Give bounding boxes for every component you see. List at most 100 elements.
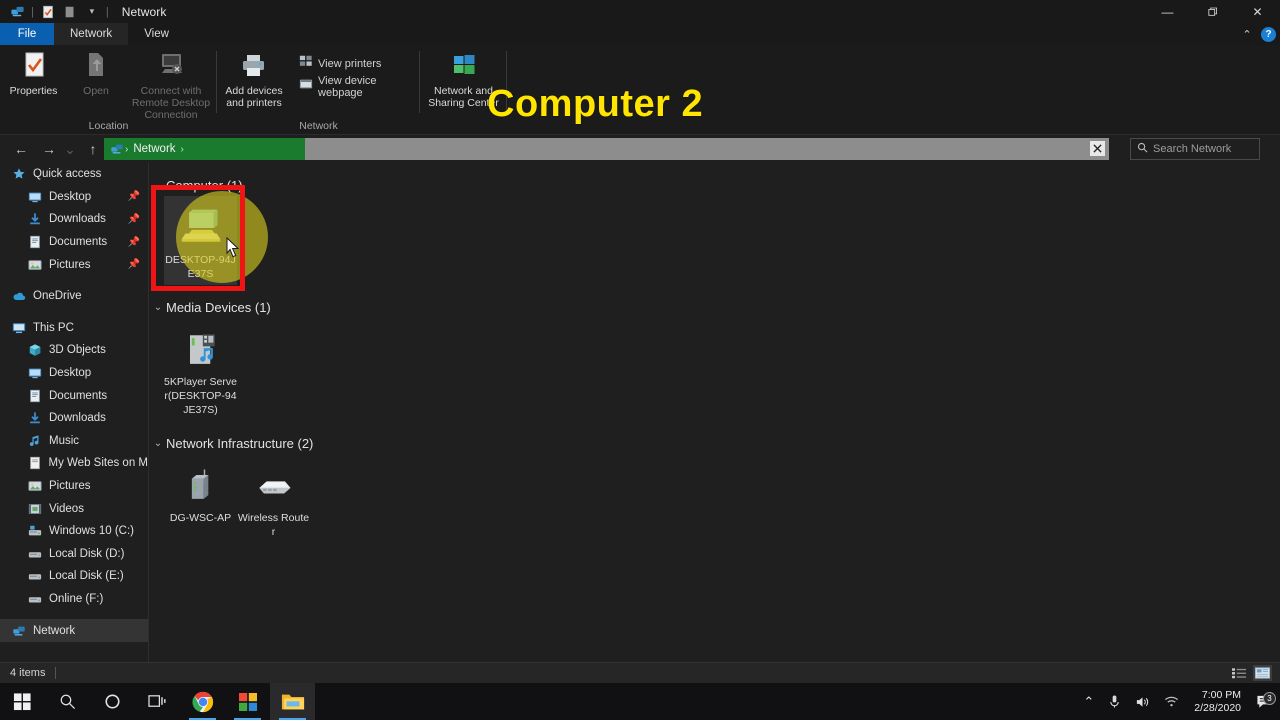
sidebar-item-online-f[interactable]: Online (F:) [0, 588, 148, 611]
pin-icon[interactable]: 📌 [128, 237, 140, 248]
list-item[interactable]: DG-WSC-AP [164, 454, 237, 543]
maximize-button[interactable] [1190, 0, 1235, 23]
open-button[interactable]: Open [67, 49, 125, 97]
sidebar-item-this-pc[interactable]: This PC [0, 317, 148, 340]
sidebar-item-desktop[interactable]: Desktop [0, 362, 148, 385]
connect-remote-desktop-button[interactable]: Connect with Remote Desktop Connection [125, 49, 217, 121]
sidebar-item-local-disk-d[interactable]: Local Disk (D:) [0, 543, 148, 566]
sidebar-item-label: OneDrive [33, 290, 82, 303]
ribbon-group-network-label: Network [299, 120, 338, 132]
properties-button[interactable]: Properties [0, 49, 67, 97]
list-item-label: DG-WSC-AP [169, 512, 232, 524]
tab-view[interactable]: View [128, 23, 185, 45]
pin-icon[interactable]: 📌 [128, 214, 140, 225]
close-button[interactable]: ✕ [1235, 0, 1280, 23]
open-label: Open [83, 85, 109, 97]
file-list-view[interactable]: ⌄ Computer (1) DESKTOP-94JE37S ⌄ Media Devic… [150, 163, 1280, 662]
list-item[interactable]: 5KPlayer Server(DESKTOP-94JE37S) [164, 318, 237, 421]
sidebar-item-pictures[interactable]: Pictures 📌 [0, 253, 148, 276]
start-button[interactable] [0, 683, 45, 720]
sidebar-item-label: Desktop [49, 367, 92, 380]
content-group-title: Network Infrastructure (2) [166, 435, 314, 451]
thispc-icon [10, 321, 28, 335]
content-group-header[interactable]: ⌄ Network Infrastructure (2) [150, 432, 1280, 454]
view-webpage-icon [299, 77, 313, 96]
back-button[interactable]: ← [8, 135, 34, 163]
tiles-view-icon[interactable] [1253, 665, 1272, 681]
microsoft-store-button[interactable] [225, 683, 270, 720]
sidebar-item-windows-10-c[interactable]: Windows 10 (C:) [0, 520, 148, 543]
folder-icon[interactable] [59, 1, 81, 22]
action-center-button[interactable]: 3 [1249, 691, 1280, 710]
search-input[interactable]: Search Network [1153, 143, 1231, 155]
tab-file[interactable]: File [0, 23, 54, 45]
network-icon [109, 141, 125, 157]
search-box[interactable]: Search Network [1130, 138, 1260, 160]
help-icon[interactable]: ? [1261, 26, 1276, 42]
view-device-webpage-button[interactable]: View device webpage [297, 75, 420, 99]
sidebar-item-3d-objects[interactable]: 3D Objects [0, 339, 148, 362]
address-bar[interactable]: › Network › [104, 138, 1109, 160]
sidebar-item-network[interactable]: Network [0, 619, 148, 642]
breadcrumb[interactable]: › Network › [104, 138, 305, 160]
breadcrumb-network[interactable]: Network [133, 143, 175, 155]
pin-icon[interactable]: 📌 [128, 191, 140, 202]
tray-overflow-icon[interactable]: ⌃ [1076, 694, 1101, 710]
clock[interactable]: 7:00 PM 2/28/2020 [1186, 689, 1249, 715]
dropdown-icon[interactable]: ▾ [81, 1, 103, 22]
ribbon-tabs: File Network View ⌃ ? [0, 23, 1280, 45]
properties-icon[interactable] [37, 1, 59, 22]
collapse-ribbon-icon[interactable]: ⌃ [1239, 28, 1255, 41]
sidebar-item-my-web-sites-on-m[interactable]: My Web Sites on M [0, 452, 148, 475]
view-printers-button[interactable]: View printers [297, 53, 420, 74]
3dobjects-icon [26, 343, 44, 357]
sidebar-item-downloads[interactable]: Downloads 📌 [0, 208, 148, 231]
sidebar-item-documents[interactable]: Documents [0, 384, 148, 407]
microphone-icon[interactable] [1101, 694, 1128, 709]
tab-network[interactable]: Network [54, 23, 129, 45]
sidebar-item-quick-access[interactable]: Quick access [0, 163, 148, 186]
sidebar-item-videos[interactable]: Videos [0, 497, 148, 520]
minimize-button[interactable]: — [1145, 0, 1190, 23]
chevron-down-icon[interactable]: ⌄ [150, 180, 166, 191]
sidebar-item-label: Local Disk (D:) [49, 547, 125, 560]
list-item[interactable]: DESKTOP-94JE37S [164, 196, 237, 285]
sidebar-item-pictures[interactable]: Pictures [0, 475, 148, 498]
forward-button[interactable]: → [36, 135, 62, 163]
sidebar-item-documents[interactable]: Documents 📌 [0, 231, 148, 254]
sidebar-item-desktop[interactable]: Desktop 📌 [0, 186, 148, 209]
search-button[interactable] [45, 683, 90, 720]
navigation-pane[interactable]: Quick access Desktop 📌 Downloads 📌 Documents 📌… [0, 163, 149, 662]
list-item-label: Wireless Router [237, 512, 310, 538]
list-item[interactable]: Wireless Router [237, 454, 310, 543]
cortana-button[interactable] [90, 683, 135, 720]
chevron-down-icon[interactable]: ⌄ [150, 302, 166, 313]
download-icon [26, 212, 44, 226]
title-bar: | ▾ | Network — ✕ [0, 0, 1280, 23]
add-devices-printers-button[interactable]: Add devices and printers [225, 49, 283, 109]
file-explorer-button[interactable] [270, 683, 315, 720]
pin-icon[interactable]: 📌 [128, 259, 140, 270]
up-button[interactable]: ↑ [80, 135, 106, 163]
content-group-items: 5KPlayer Server(DESKTOP-94JE37S) [150, 318, 1280, 421]
search-icon [1131, 142, 1153, 156]
volume-icon[interactable] [1128, 695, 1157, 709]
sidebar-item-music[interactable]: Music [0, 430, 148, 453]
sidebar-item-onedrive[interactable]: OneDrive [0, 285, 148, 308]
clear-address-button[interactable] [1090, 141, 1105, 156]
wifi-icon[interactable] [1157, 695, 1186, 708]
sidebar-item-label: Local Disk (E:) [49, 570, 124, 583]
network-icon[interactable] [6, 1, 28, 22]
content-group-header[interactable]: ⌄ Media Devices (1) [150, 296, 1280, 318]
chrome-button[interactable] [180, 683, 225, 720]
chevron-down-icon[interactable]: ⌄ [150, 438, 166, 449]
content-group-header[interactable]: ⌄ Computer (1) [150, 174, 1280, 196]
ribbon-right-controls: ⌃ ? [1239, 23, 1276, 45]
sidebar-item-downloads[interactable]: Downloads [0, 407, 148, 430]
breadcrumb-separator-2[interactable]: › [181, 144, 184, 155]
task-view-button[interactable] [135, 683, 180, 720]
details-view-icon[interactable] [1230, 665, 1249, 681]
recent-locations-button[interactable]: ⌄ [60, 135, 80, 163]
onedrive-icon [10, 289, 28, 303]
sidebar-item-local-disk-e[interactable]: Local Disk (E:) [0, 565, 148, 588]
